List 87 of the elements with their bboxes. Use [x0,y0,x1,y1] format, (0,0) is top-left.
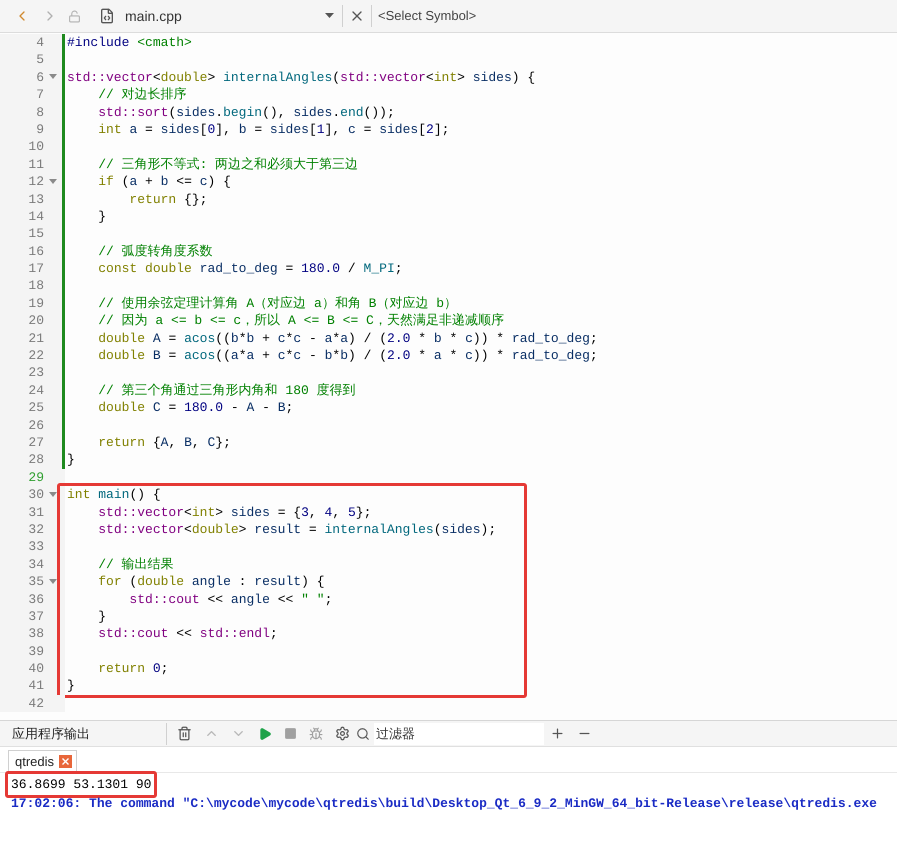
code-line: return {A, B, C}; [97,434,231,452]
code-line: std::vector<double> result = internalAngles(sides); [97,520,496,538]
code-line: int main() { [66,486,161,504]
code-line: return {}; [128,190,208,208]
dropdown-caret-icon[interactable] [325,13,334,19]
line-number: 37 [27,608,44,626]
line-number: 9 [35,120,44,138]
line-number: 35 [27,573,44,590]
line-number: 19 [27,294,44,312]
line-number: 21 [27,330,44,348]
code-line: } [66,677,75,695]
line-number: 12 [27,173,44,191]
line-number: 24 [27,382,44,400]
line-number: 28 [27,451,44,469]
line-number: 7 [35,86,44,104]
filter-field[interactable]: 过滤器 [374,722,544,744]
line-number: 20 [27,312,44,330]
line-number: 39 [27,642,44,660]
run-icon[interactable] [258,726,272,740]
code-line: } [97,208,106,226]
code-line: std::vector<double> internalAngles(std::vector<int> sides) { [66,68,536,86]
line-number: 34 [27,556,44,574]
fold-arrow-icon[interactable] [49,74,57,80]
line-number: 36 [27,590,44,608]
line-number: 41 [27,677,44,695]
line-number: 4 [35,34,44,52]
line-number: 38 [27,625,44,643]
line-number: 30 [27,486,44,504]
code-line: // 三角形不等式: 两边之和必须大于第三边 [97,156,358,174]
code-line: double A = acos((b*b + c*c - a*a) / (2.0 * b * c)) * rad_to_deg; [97,330,598,348]
stop-icon[interactable] [284,727,297,740]
line-number: 26 [27,416,44,434]
line-number: 40 [27,660,44,678]
line-number: 29 [27,468,44,486]
line-number: 16 [27,242,44,260]
debug-icon[interactable] [309,726,323,740]
line-number: 15 [27,225,44,243]
line-number: 17 [27,260,44,278]
code-line: // 因为 a <= b <= c，所以 A <= B <= C，天然满足非递减顺序 [97,312,504,330]
code-line: for (double angle : result) { [97,573,324,590]
code-line: // 使用余弦定理计算角 A（对应边 a）和角 B（对应边 b） [97,294,458,312]
panel-title: 应用程序输出 [11,724,91,743]
add-icon[interactable] [550,726,565,741]
line-number: 32 [27,520,44,538]
code-line: std::cout << std::endl; [97,625,278,643]
code-line: // 弧度转角度系数 [97,242,213,260]
code-line: double B = acos((a*a + c*c - b*b) / (2.0 * a * c)) * rad_to_deg; [97,347,598,364]
code-line: // 输出结果 [97,556,174,574]
settings-icon[interactable] [335,726,350,741]
code-line: std::cout << angle << " "; [128,590,332,608]
line-number: 23 [27,364,44,382]
line-number: 33 [27,538,44,556]
line-number: 11 [27,156,44,174]
lock-icon[interactable] [68,10,81,22]
code-line: } [97,608,106,626]
code-line: std::vector<int> sides = {3, 4, 5}; [97,504,372,521]
code-line: // 对边长排序 [97,86,187,104]
code-line: double C = 180.0 - A - B; [97,399,294,417]
fold-arrow-icon[interactable] [49,492,57,498]
line-number: 42 [27,694,44,712]
line-number: 10 [27,138,44,156]
file-icon [99,8,115,24]
code-line: const double rad_to_deg = 180.0 / M_PI; [97,260,403,278]
code-line: int a = sides[0], b = sides[1], c = sides[2]; [97,120,450,138]
code-line: return 0; [97,660,168,678]
code-line: } [66,451,75,469]
close-icon[interactable] [59,754,72,768]
line-number: 13 [27,190,44,208]
code-line: if (a + b <= c) { [97,173,231,191]
line-number: 6 [35,68,44,86]
fold-arrow-icon[interactable] [49,578,57,585]
line-number: 27 [27,434,44,452]
line-number: 5 [35,51,44,69]
search-icon [356,726,370,740]
line-number: 25 [27,399,44,417]
symbol-selector[interactable]: <Select Symbol> [372,6,476,26]
line-number: 18 [27,277,44,295]
fold-arrow-icon[interactable] [49,178,57,185]
code-line: #include <cmath> [66,34,192,52]
file-name[interactable]: main.cpp [125,6,325,26]
line-number: 31 [27,504,44,521]
line-number: 8 [35,104,44,121]
line-number: 22 [27,347,44,364]
line-number: 14 [27,208,44,226]
code-line: // 第三个角通过三角形内角和 180 度得到 [97,382,356,400]
trash-icon[interactable] [177,726,192,741]
code-line: std::sort(sides.begin(), sides.end()); [97,104,395,121]
